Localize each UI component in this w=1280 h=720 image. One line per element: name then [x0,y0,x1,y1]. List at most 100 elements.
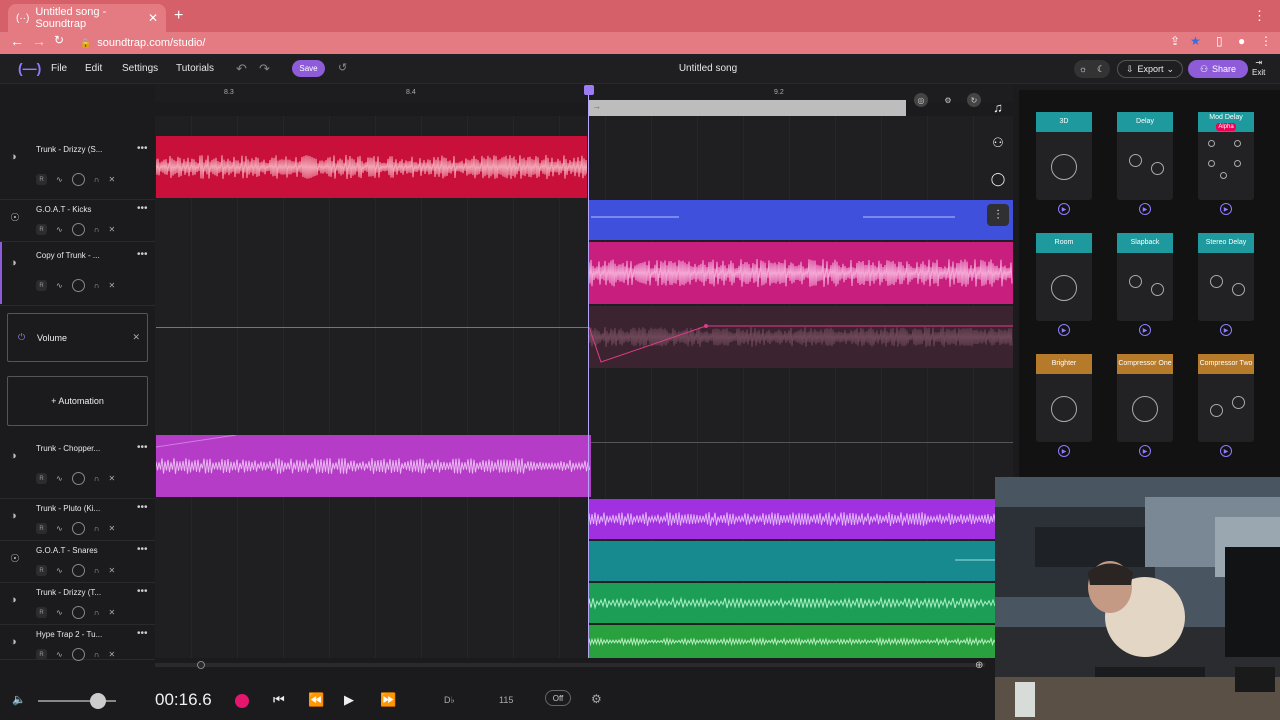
fast-forward-icon[interactable]: ⏩ [380,692,396,708]
track-name[interactable]: Copy of Trunk - ... [36,251,100,260]
loop-region[interactable]: → [588,100,906,116]
effect-play-icon[interactable]: ▶ [1058,203,1070,215]
volume-icon[interactable]: 🔈 [12,693,26,706]
effect-card[interactable]: 3D [1036,112,1092,200]
share-button[interactable]: ⚇ Share [1188,60,1248,78]
fx-icon[interactable]: ∿ [56,225,63,234]
effect-knob[interactable] [1232,283,1245,296]
effect-knob[interactable] [1208,160,1215,167]
headphones-icon[interactable]: ∩ [94,474,100,483]
audio-clip[interactable] [589,583,995,623]
volume-knob[interactable] [71,606,85,619]
automation-clip[interactable] [589,306,1013,368]
mute-icon[interactable]: ✕ [108,566,115,575]
zoom-in-icon[interactable]: ⊕ [975,660,983,671]
add-automation-button[interactable]: + Automation [7,376,148,426]
effect-play-icon[interactable]: ▶ [1139,445,1151,457]
mute-icon[interactable]: ✕ [108,175,115,184]
browser-tab[interactable]: (··) Untitled song - Soundtrap ✕ [8,4,166,32]
audio-clip[interactable] [589,625,995,658]
midi-clip[interactable] [589,541,995,581]
track-name[interactable]: Hype Trap 2 - Tu... [36,630,102,639]
record-button[interactable] [235,694,249,708]
track-name[interactable]: Trunk - Chopper... [36,444,100,453]
profile-avatar[interactable]: ● [1238,34,1245,48]
track-header[interactable]: ◑ Copy of Trunk - ... ••• R ∿ ∩ ✕ [0,242,155,306]
track-header[interactable]: ◑ Trunk - Drizzy (T... ••• R ∿ ∩ ✕ [0,583,155,625]
effect-card[interactable]: Mod Delay Alpha [1198,112,1254,200]
effect-play-icon[interactable]: ▶ [1058,445,1070,457]
record-arm-button[interactable]: R [36,224,47,235]
fx-icon[interactable]: ∿ [56,608,63,617]
headphones-icon[interactable]: ∩ [94,175,100,184]
effect-knob[interactable] [1232,396,1245,409]
audio-clip[interactable] [589,499,995,539]
record-arm-button[interactable]: R [36,174,47,185]
metronome-toggle[interactable]: Off [545,690,571,706]
record-arm-button[interactable]: R [36,607,47,618]
track-more-icon[interactable]: ••• [137,203,148,214]
browser-more-icon[interactable]: ⋮ [1260,34,1272,48]
menu-settings[interactable]: Settings [122,63,158,74]
fx-icon[interactable]: ∿ [56,566,63,575]
effect-play-icon[interactable]: ▶ [1139,203,1151,215]
fx-icon[interactable]: ∿ [56,281,63,290]
redo-icon[interactable]: ↷ [259,61,270,77]
effect-play-icon[interactable]: ▶ [1058,324,1070,336]
mixer-icon[interactable]: ⫶ [987,204,1009,226]
track-name[interactable]: Trunk - Drizzy (T... [36,588,101,597]
effect-card[interactable]: Compressor Two [1198,354,1254,442]
fx-icon[interactable]: ∿ [56,474,63,483]
sidepanel-icon[interactable]: ▯ [1216,34,1223,48]
horizontal-scrollbar[interactable] [155,661,985,669]
track-more-icon[interactable]: ••• [137,586,148,597]
close-tab-icon[interactable]: ✕ [148,11,158,25]
audio-clip[interactable] [156,136,587,198]
effect-knob[interactable] [1220,172,1227,179]
new-tab-icon[interactable]: + [174,7,183,25]
forward-icon[interactable]: → [32,33,46,49]
effect-knob[interactable] [1051,154,1077,180]
headphones-icon[interactable]: ∩ [94,524,100,533]
effect-play-icon[interactable]: ▶ [1220,203,1232,215]
ruler-settings-icon[interactable]: ⚙ [941,93,955,107]
midi-clip[interactable] [589,200,1013,240]
effect-card[interactable]: Brighter [1036,354,1092,442]
record-arm-button[interactable]: R [36,565,47,576]
effect-card[interactable]: Stereo Delay [1198,233,1254,321]
undo-icon[interactable]: ↶ [236,61,247,77]
playhead[interactable] [584,85,594,95]
audio-clip[interactable] [156,435,591,497]
music-note-icon[interactable]: ♫ [987,96,1009,118]
history-icon[interactable]: ↺ [338,61,347,74]
effect-knob[interactable] [1208,140,1215,147]
mute-icon[interactable]: ✕ [108,524,115,533]
headphones-icon[interactable]: ∩ [94,566,100,575]
track-header[interactable]: ◑ Trunk - Drizzy (S... ••• R ∿ ∩ ✕ [0,136,155,200]
tempo-display[interactable]: 115 [499,695,513,705]
track-header[interactable]: ☉ G.O.A.T - Kicks ••• R ∿ ∩ ✕ [0,200,155,242]
record-arm-button[interactable]: R [36,649,47,660]
track-header[interactable]: ☉ G.O.A.T - Snares ••• R ∿ ∩ ✕ [0,541,155,583]
record-arm-button[interactable]: R [36,523,47,534]
save-button[interactable]: Save [292,60,325,77]
fx-icon[interactable]: ∿ [56,524,63,533]
skip-to-start-icon[interactable]: ⏮ [273,692,285,708]
url-field[interactable]: 🔒 soundtrap.com/studio/ [80,33,205,53]
mute-icon[interactable]: ✕ [108,225,115,234]
track-name[interactable]: Trunk - Pluto (Ki... [36,504,100,513]
menu-file[interactable]: File [51,63,67,74]
effect-card[interactable]: Compressor One [1117,354,1173,442]
track-header[interactable]: ◑ Trunk - Chopper... ••• R ∿ ∩ ✕ [0,435,155,499]
volume-knob[interactable] [71,648,85,661]
effect-knob[interactable] [1129,275,1142,288]
effect-knob[interactable] [1151,162,1164,175]
fx-icon[interactable]: ∿ [56,175,63,184]
close-automation-icon[interactable]: ✕ [132,332,140,343]
collaborators-icon[interactable]: ⚇ [987,132,1009,154]
mute-icon[interactable]: ✕ [108,650,115,659]
loop-icon[interactable]: ↻ [967,93,981,107]
headphones-icon[interactable]: ∩ [94,225,100,234]
effect-knob[interactable] [1132,396,1158,422]
effect-knob[interactable] [1210,275,1223,288]
